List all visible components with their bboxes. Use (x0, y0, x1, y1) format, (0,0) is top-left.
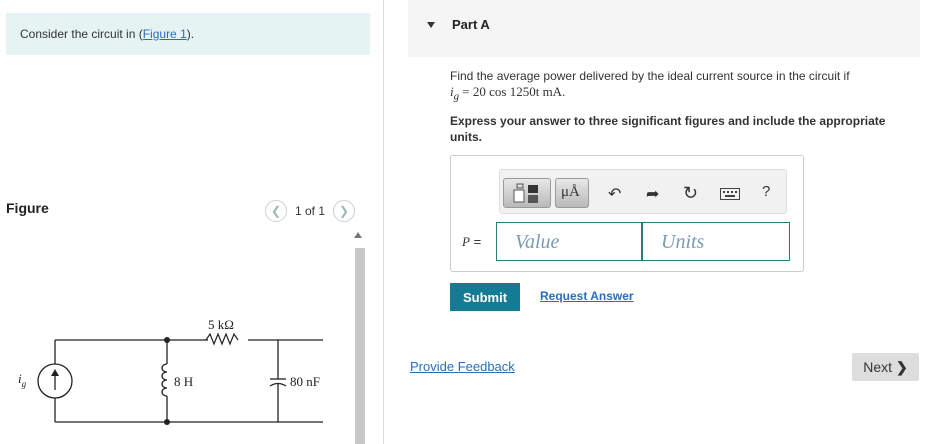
help-button[interactable]: ? (762, 183, 770, 200)
question-line: Find the average power delivered by the … (450, 69, 850, 83)
question-equation: ig = 20 cos 1250t mA. (450, 84, 566, 103)
question-text: Find the average power delivered by the … (450, 69, 910, 105)
templates-button[interactable] (503, 178, 551, 208)
figure-link[interactable]: Figure 1 (143, 27, 187, 41)
next-button[interactable]: Next ❯ (852, 353, 919, 381)
resistor-label: 5 kΩ (208, 317, 234, 332)
next-label: Next (863, 359, 893, 375)
inductor-label: 8 H (174, 374, 193, 389)
answer-box: μÅ ↶ ➦ ↻ ? P = Value Units (450, 155, 804, 272)
circuit-diagram: ig 8 H 5 kΩ 80 nF (18, 317, 323, 425)
figure-scrollbar[interactable] (352, 232, 366, 444)
pager-count: 1 of 1 (295, 204, 326, 218)
units-symbol: μÅ (561, 184, 580, 200)
scroll-up-arrow-icon[interactable] (354, 232, 362, 238)
capacitor-label: 80 nF (290, 374, 320, 389)
math-toolbar: μÅ ↶ ➦ ↻ ? (499, 169, 787, 214)
chevron-right-icon: ❯ (896, 358, 908, 375)
figure-heading: Figure (6, 200, 49, 216)
request-answer-link[interactable]: Request Answer (540, 289, 634, 303)
reset-icon[interactable]: ↻ (683, 183, 698, 204)
units-button[interactable]: μÅ (555, 178, 589, 208)
intro-suffix: ). (186, 27, 195, 41)
figure-pager: ❮ 1 of 1 ❯ (265, 200, 356, 222)
answer-variable-label: P = (462, 234, 482, 249)
keyboard-icon[interactable] (720, 188, 740, 200)
chevron-right-icon[interactable]: ❯ (333, 200, 356, 222)
submit-button[interactable]: Submit (450, 283, 520, 311)
answer-instruction: Express your answer to three significant… (450, 114, 886, 144)
provide-feedback-link[interactable]: Provide Feedback (410, 359, 515, 374)
scroll-thumb[interactable] (355, 248, 365, 444)
left-panel: Consider the circuit in (Figure 1). Figu… (0, 0, 383, 444)
part-title: Part A (452, 17, 490, 32)
templates-icon (513, 183, 538, 203)
value-input[interactable]: Value (496, 222, 642, 261)
undo-icon[interactable]: ↶ (608, 184, 621, 204)
source-label: ig (18, 371, 27, 389)
collapse-triangle-icon[interactable] (427, 22, 435, 28)
redo-icon[interactable]: ➦ (646, 184, 659, 204)
intro-prefix: Consider the circuit in ( (20, 27, 143, 41)
chevron-left-icon[interactable]: ❮ (265, 200, 287, 222)
intro-box: Consider the circuit in (Figure 1). (6, 13, 370, 55)
right-panel: Part A Find the average power delivered … (384, 0, 931, 444)
units-input[interactable]: Units (642, 222, 790, 261)
